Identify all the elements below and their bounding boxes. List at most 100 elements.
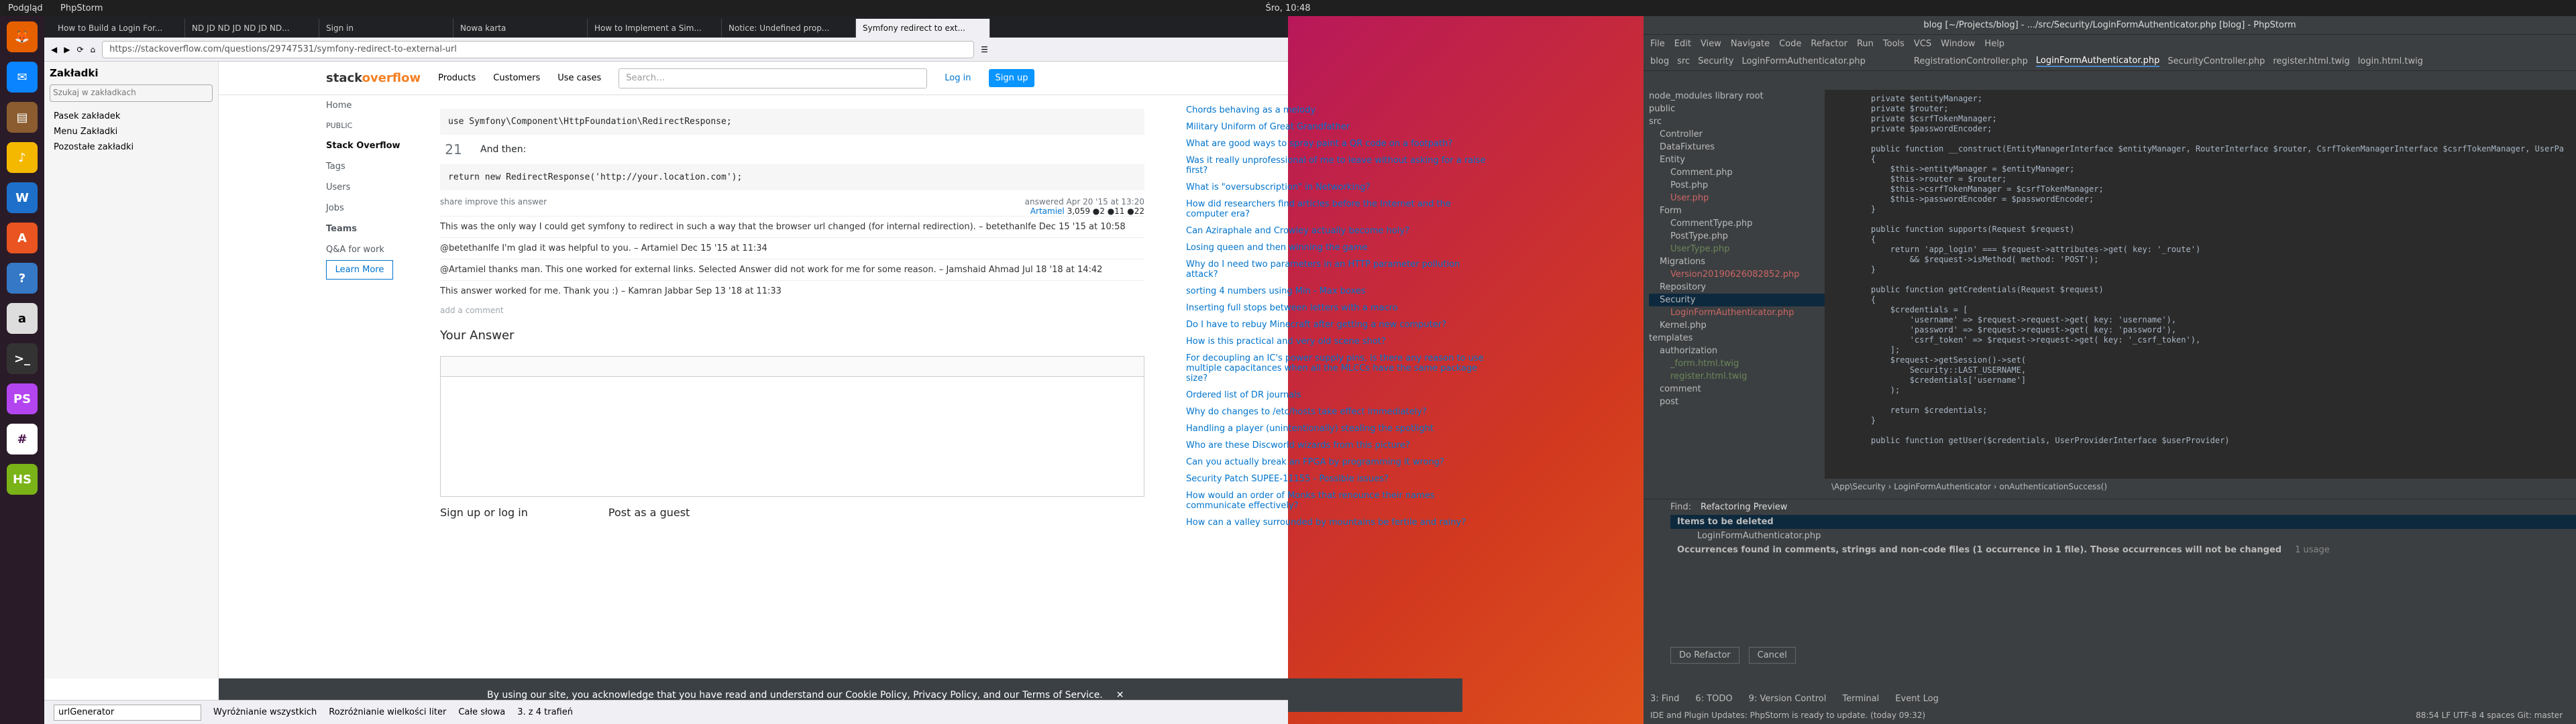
tree-item[interactable]: Security bbox=[1649, 294, 1825, 306]
menu-tools[interactable]: Tools bbox=[1883, 39, 1904, 49]
code-line[interactable]: private $csrfTokenManager; bbox=[1851, 114, 2549, 124]
bookmark-folder-menu[interactable]: Menu Zakładki bbox=[50, 124, 213, 139]
hot-question[interactable]: Security Patch SUPEE-11155 - Possible is… bbox=[1171, 471, 1493, 487]
menu-icon[interactable]: ☰ bbox=[981, 45, 988, 54]
menu-window[interactable]: Window bbox=[1941, 39, 1975, 49]
code-line[interactable]: public function supports(Request $reques… bbox=[1851, 225, 2549, 235]
nav-users[interactable]: Users bbox=[326, 177, 427, 198]
hot-question[interactable]: How can a valley surrounded by mountains… bbox=[1171, 514, 1493, 531]
hot-question[interactable]: For decoupling an IC's power supply pins… bbox=[1171, 350, 1493, 387]
learn-more-button[interactable]: Learn More bbox=[326, 260, 393, 280]
hot-question[interactable]: Handling a player (unintentionally) stea… bbox=[1171, 420, 1493, 437]
thunderbird-icon[interactable]: ✉ bbox=[7, 62, 38, 93]
hot-question[interactable]: What are good ways to spray paint a QR c… bbox=[1171, 135, 1493, 152]
hot-question[interactable]: Why do changes to /etc/hosts take effect… bbox=[1171, 404, 1493, 420]
nav-products[interactable]: Products bbox=[438, 73, 476, 83]
firefox-icon[interactable]: 🦊 bbox=[7, 21, 38, 52]
terminal-icon[interactable]: >_ bbox=[7, 343, 38, 374]
tree-item[interactable]: User.php bbox=[1649, 192, 1825, 204]
tree-item[interactable]: DataFixtures bbox=[1649, 141, 1825, 154]
hot-question[interactable]: Was it really unprofessional of me to le… bbox=[1171, 152, 1493, 179]
tree-item[interactable]: node_modules library root bbox=[1649, 90, 1825, 103]
hot-question[interactable]: Why do I need two parameters in an HTTP … bbox=[1171, 256, 1493, 283]
code-line[interactable]: } bbox=[1851, 204, 2549, 215]
code-line[interactable]: { bbox=[1851, 154, 2549, 164]
code-line[interactable]: { bbox=[1851, 295, 2549, 305]
code-line[interactable] bbox=[1851, 275, 2549, 285]
nav-customers[interactable]: Customers bbox=[493, 73, 540, 83]
code-line[interactable]: 'csrf_token' => $request->request->get( … bbox=[1851, 335, 2549, 345]
menu-code[interactable]: Code bbox=[1779, 39, 1801, 49]
menu-run[interactable]: Run bbox=[1857, 39, 1874, 49]
hot-question[interactable]: Losing queen and then winning the game bbox=[1171, 239, 1493, 256]
tree-item[interactable]: Form bbox=[1649, 204, 1825, 217]
tree-item[interactable]: post bbox=[1649, 396, 1825, 408]
software-icon[interactable]: A bbox=[7, 223, 38, 253]
rhythmbox-icon[interactable]: ♪ bbox=[7, 142, 38, 173]
find-match-case[interactable]: Rozróżnianie wielkości liter bbox=[329, 707, 446, 717]
tree-item[interactable]: Post.php bbox=[1649, 179, 1825, 192]
tab-6[interactable]: Notice: Undefined prop... bbox=[722, 19, 856, 38]
files-icon[interactable]: ▤ bbox=[7, 102, 38, 133]
tree-item[interactable]: templates bbox=[1649, 332, 1825, 345]
cancel-button[interactable]: Cancel bbox=[1748, 647, 1796, 664]
deleted-file[interactable]: LoginFormAuthenticator.php bbox=[1670, 529, 2576, 543]
hot-question[interactable]: How is this practical and very old scene… bbox=[1171, 333, 1493, 350]
tree-item[interactable]: Kernel.php bbox=[1649, 319, 1825, 332]
tool-tab-terminal[interactable]: Terminal bbox=[1842, 694, 1879, 704]
hot-question[interactable]: How did researchers find articles before… bbox=[1171, 196, 1493, 223]
tree-item[interactable]: PostType.php bbox=[1649, 230, 1825, 243]
tab-4[interactable]: Nowa karta bbox=[453, 19, 588, 38]
menu-help[interactable]: Help bbox=[1984, 39, 2004, 49]
code-line[interactable]: ]; bbox=[1851, 345, 2549, 355]
tree-item[interactable]: Repository bbox=[1649, 281, 1825, 294]
signup-button[interactable]: Sign up bbox=[988, 69, 1035, 87]
hot-question[interactable]: Chords behaving as a melody bbox=[1171, 102, 1493, 119]
code-line[interactable]: public function getCredentials(Request $… bbox=[1851, 285, 2549, 295]
tree-item[interactable]: UserType.php bbox=[1649, 243, 1825, 255]
tree-item[interactable]: Version20190626082852.php bbox=[1649, 268, 1825, 281]
signup-or-login[interactable]: Sign up or log in bbox=[440, 506, 528, 519]
crumb-file[interactable]: LoginFormAuthenticator.php bbox=[1741, 56, 1865, 66]
code-line[interactable]: public function __construct(EntityManage… bbox=[1851, 144, 2564, 154]
home-icon[interactable]: ⌂ bbox=[91, 45, 96, 54]
code-line[interactable]: return $credentials; bbox=[1851, 406, 2549, 416]
hot-question[interactable]: Do I have to rebuy Minecraft after getti… bbox=[1171, 316, 1493, 333]
code-line[interactable]: $this->passwordEncoder = $passwordEncode… bbox=[1851, 194, 2549, 204]
code-line[interactable]: $this->router = $router; bbox=[1851, 174, 2549, 184]
find-input[interactable]: urlGenerator bbox=[54, 704, 201, 721]
code-line[interactable]: public function getUser($credentials, Us… bbox=[1851, 436, 2549, 446]
tree-item[interactable]: CommentType.php bbox=[1649, 217, 1825, 230]
answer-author[interactable]: Artamiel bbox=[1030, 206, 1065, 216]
so-search-input[interactable]: Search… bbox=[619, 68, 928, 88]
bookmark-folder-other[interactable]: Pozostałe zakładki bbox=[50, 139, 213, 155]
heidisql-icon[interactable]: HS bbox=[7, 464, 38, 495]
code-line[interactable]: ); bbox=[1851, 385, 2549, 396]
tree-item[interactable]: authorization bbox=[1649, 345, 1825, 357]
tab-5[interactable]: How to Implement a Sim... bbox=[588, 19, 722, 38]
login-link[interactable]: Log in bbox=[945, 73, 971, 83]
tool-tab-vcs[interactable]: 9: Version Control bbox=[1749, 694, 1827, 704]
tree-item[interactable]: comment bbox=[1649, 383, 1825, 396]
editor-tab[interactable]: RegistrationController.php bbox=[1914, 56, 2028, 66]
code-line[interactable] bbox=[1851, 134, 2549, 144]
code-line[interactable]: private $passwordEncoder; bbox=[1851, 124, 2549, 134]
find-highlight-all[interactable]: Wyróżnianie wszystkich bbox=[213, 707, 317, 717]
hot-question[interactable]: Military Uniform of Great Grandfather bbox=[1171, 119, 1493, 135]
code-line[interactable]: $credentials['username'] bbox=[1851, 375, 2549, 385]
code-line[interactable]: $request->getSession()->set( bbox=[1851, 355, 2549, 365]
refactoring-preview-tab[interactable]: Refactoring Preview bbox=[1701, 502, 1787, 512]
hot-question[interactable]: Can you actually break an FPGA by progra… bbox=[1171, 454, 1493, 471]
code-line[interactable]: $this->csrfTokenManager = $csrfTokenMana… bbox=[1851, 184, 2549, 194]
tree-item[interactable]: _form.html.twig bbox=[1649, 357, 1825, 370]
answer-editor[interactable] bbox=[440, 356, 1144, 497]
clock[interactable]: Śro, 10:48 bbox=[1248, 3, 1328, 13]
code-line[interactable]: return 'app_login' === $request->attribu… bbox=[1851, 245, 2549, 255]
do-refactor-button[interactable]: Do Refactor bbox=[1670, 647, 1739, 664]
code-line[interactable]: Security::LAST_USERNAME, bbox=[1851, 365, 2549, 375]
back-icon[interactable]: ◀ bbox=[51, 45, 57, 54]
app-name[interactable]: PhpStorm bbox=[60, 3, 103, 13]
hot-question[interactable]: Can Aziraphale and Crowley actually beco… bbox=[1171, 223, 1493, 239]
forward-icon[interactable]: ▶ bbox=[64, 45, 70, 54]
code-line[interactable]: 'username' => $request->request->get( ke… bbox=[1851, 315, 2549, 325]
